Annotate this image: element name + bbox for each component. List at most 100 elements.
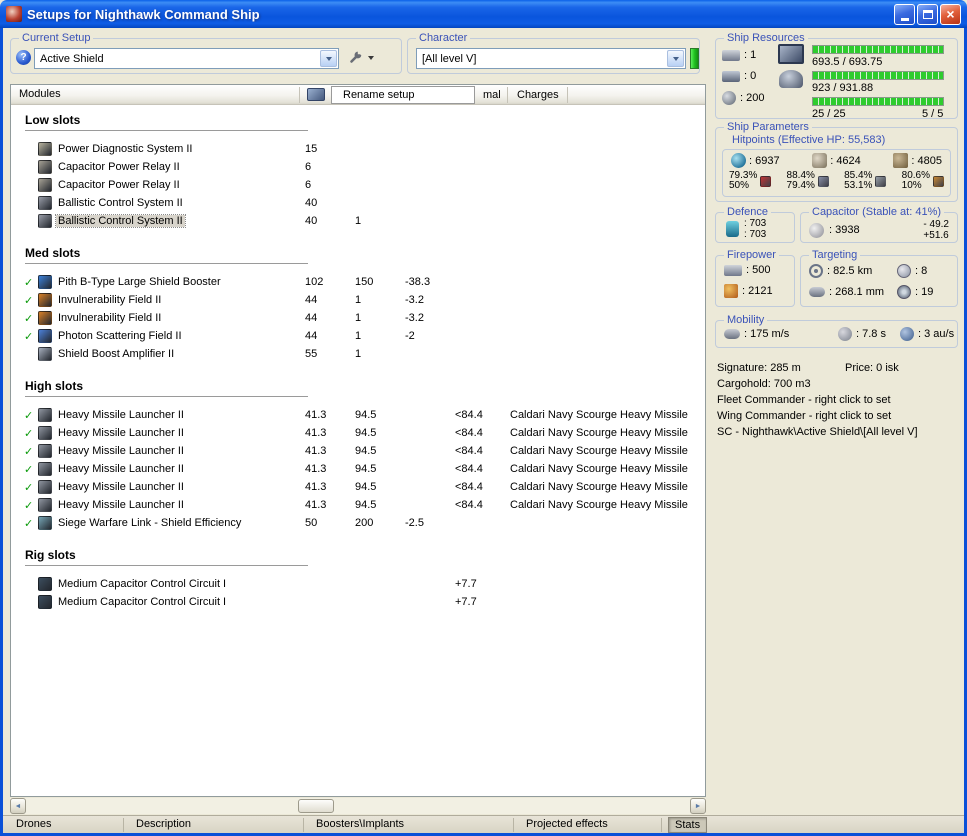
scan-resolution-value: : 268.1 mm	[829, 286, 885, 298]
character-select-arrow-icon[interactable]	[667, 50, 684, 67]
module-row[interactable]: Capacitor Power Relay II 6	[11, 176, 705, 194]
module-row[interactable]: ✓ Heavy Missile Launcher II 41.3 94.5 <84.4 C…	[11, 424, 705, 442]
module-name[interactable]: Heavy Missile Launcher II	[56, 481, 305, 493]
cpu-usage-text: 693.5 / 693.75	[812, 56, 883, 68]
module-name[interactable]: Ballistic Control System II	[55, 214, 305, 228]
module-charge: Caldari Navy Scourge Heavy Missile	[510, 409, 688, 421]
scroll-left-button[interactable]: ◄	[10, 798, 26, 814]
module-col-cpu: 44	[305, 312, 318, 324]
module-row[interactable]: ✓ Photon Scattering Field II 44 1 -2	[11, 327, 705, 345]
module-name[interactable]: Heavy Missile Launcher II	[56, 409, 305, 421]
module-name[interactable]: Heavy Missile Launcher II	[56, 463, 305, 475]
module-name[interactable]: Ballistic Control System II	[56, 197, 305, 209]
close-button[interactable]: ×	[940, 3, 961, 25]
module-name-text: Heavy Missile Launcher II	[58, 445, 184, 457]
bottom-tab-boosters-implants[interactable]: Boosters\Implants	[310, 818, 410, 830]
tab-normal[interactable]: mal	[483, 89, 501, 101]
module-row[interactable]: Medium Capacitor Control Circuit I +7.7	[11, 593, 705, 611]
modules-column-header[interactable]: Modules	[19, 88, 61, 100]
module-name-text: Heavy Missile Launcher II	[58, 481, 184, 493]
scroll-right-button[interactable]: ►	[690, 798, 706, 814]
wing-commander-text[interactable]: Wing Commander - right click to set	[717, 408, 918, 424]
module-icon	[38, 462, 52, 476]
cpu-column-icon[interactable]	[307, 88, 325, 101]
setup-select-arrow-icon[interactable]	[320, 50, 337, 67]
module-name[interactable]: Heavy Missile Launcher II	[56, 499, 305, 511]
module-name[interactable]: Invulnerability Field II	[56, 294, 305, 306]
fitted-check-icon: ✓	[24, 409, 34, 422]
module-icon	[38, 577, 52, 591]
bottom-tab-description[interactable]: Description	[130, 818, 197, 830]
maximize-button[interactable]	[917, 3, 938, 25]
module-icon	[38, 498, 52, 512]
module-name[interactable]: Power Diagnostic System II	[56, 143, 305, 155]
module-row[interactable]: ✓ Heavy Missile Launcher II 41.3 94.5 <84.4 C…	[11, 478, 705, 496]
help-icon[interactable]: ?	[16, 50, 31, 65]
module-name[interactable]: Invulnerability Field II	[56, 312, 305, 324]
module-row[interactable]: ✓ Heavy Missile Launcher II 41.3 94.5 <84.4 C…	[11, 460, 705, 478]
module-name-text: Siege Warfare Link - Shield Efficiency	[58, 517, 242, 529]
minimize-button[interactable]	[894, 3, 915, 25]
module-name-text: Capacitor Power Relay II	[58, 179, 180, 191]
module-name[interactable]: Shield Boost Amplifier II	[56, 348, 305, 360]
module-name[interactable]: Medium Capacitor Control Circuit I	[56, 596, 305, 608]
module-icon	[38, 275, 52, 289]
scan-resolution-icon	[809, 287, 825, 297]
module-row[interactable]: Power Diagnostic System II 15	[11, 140, 705, 158]
scroll-thumb[interactable]	[298, 799, 334, 813]
horizontal-scrollbar[interactable]: ◄ ►	[10, 798, 706, 814]
module-col-2: 94.5	[355, 445, 377, 457]
module-name[interactable]: Heavy Missile Launcher II	[56, 427, 305, 439]
resist-cell: 88.4% 79.4%	[787, 171, 829, 191]
powergrid-usage-bar	[812, 71, 944, 80]
column-divider	[299, 87, 300, 103]
bottom-tab-stats[interactable]: Stats	[668, 817, 708, 833]
module-row[interactable]: Shield Boost Amplifier II 55 1	[11, 345, 705, 363]
fleet-commander-text[interactable]: Fleet Commander - right click to set	[717, 392, 918, 408]
module-row[interactable]: ✓ Invulnerability Field II 44 1 -3.2	[11, 291, 705, 309]
module-name[interactable]: Capacitor Power Relay II	[56, 179, 305, 191]
bottom-tab-drones[interactable]: Drones	[10, 818, 57, 830]
module-icon-cell	[38, 214, 56, 228]
setup-select[interactable]: Active Shield	[34, 48, 339, 69]
fitted-check-icon: ✓	[24, 312, 34, 325]
module-col-cpu: 41.3	[305, 445, 327, 457]
character-select[interactable]: [All level V]	[416, 48, 686, 69]
module-row[interactable]: ✓ Heavy Missile Launcher II 41.3 94.5 <84.4 C…	[11, 406, 705, 424]
module-row[interactable]: Ballistic Control System II 40	[11, 194, 705, 212]
dps-value: : 500	[746, 264, 771, 276]
module-col-4: <84.4	[455, 427, 483, 439]
bottom-tab-projected-effects[interactable]: Projected effects	[520, 818, 614, 830]
module-row[interactable]: Medium Capacitor Control Circuit I +7.7	[11, 575, 705, 593]
module-name[interactable]: Siege Warfare Link - Shield Efficiency	[56, 517, 305, 529]
module-row[interactable]: ✓ Invulnerability Field II 44 1 -3.2	[11, 309, 705, 327]
module-name[interactable]: Medium Capacitor Control Circuit I	[56, 578, 305, 590]
module-col-3: -3.2	[405, 294, 424, 306]
module-row[interactable]: Ballistic Control System II 40 1	[11, 212, 705, 230]
module-col-4: <84.4	[455, 499, 483, 511]
module-icon	[38, 408, 52, 422]
volley-icon	[724, 284, 738, 298]
setup-tools-button[interactable]	[345, 46, 378, 67]
module-row[interactable]: ✓ Siege Warfare Link - Shield Efficiency 5…	[11, 514, 705, 532]
fitted-check-icon: ✓	[24, 517, 34, 530]
rename-setup-menu-item[interactable]: Rename setup	[331, 86, 475, 104]
module-row[interactable]: Capacitor Power Relay II 6	[11, 158, 705, 176]
module-col-cpu: 55	[305, 348, 318, 360]
tab-charges[interactable]: Charges	[517, 89, 559, 101]
module-col-2: 1	[355, 330, 362, 342]
module-name[interactable]: Photon Scattering Field II	[56, 330, 305, 342]
module-name[interactable]: Pith B-Type Large Shield Booster	[56, 276, 305, 288]
module-row[interactable]: ✓ Heavy Missile Launcher II 41.3 94.5 <84.4 C…	[11, 496, 705, 514]
targeting-grid: : 82.5 km : 8 : 268.1 mm : 19	[801, 256, 957, 299]
setup-select-value: Active Shield	[40, 52, 104, 65]
module-icon-cell	[38, 142, 56, 156]
fitted-check-icon: ✓	[24, 276, 34, 289]
module-name[interactable]: Heavy Missile Launcher II	[56, 445, 305, 457]
module-row[interactable]: ✓ Heavy Missile Launcher II 41.3 94.5 <84.4 C…	[11, 442, 705, 460]
targeting-group: Targeting : 82.5 km : 8 : 268.1 mm : 19	[800, 249, 958, 307]
module-row[interactable]: ✓ Pith B-Type Large Shield Booster 102 150 -…	[11, 273, 705, 291]
module-name[interactable]: Capacitor Power Relay II	[56, 161, 305, 173]
module-col-4: <84.4	[455, 409, 483, 421]
module-icon-cell	[38, 160, 56, 174]
